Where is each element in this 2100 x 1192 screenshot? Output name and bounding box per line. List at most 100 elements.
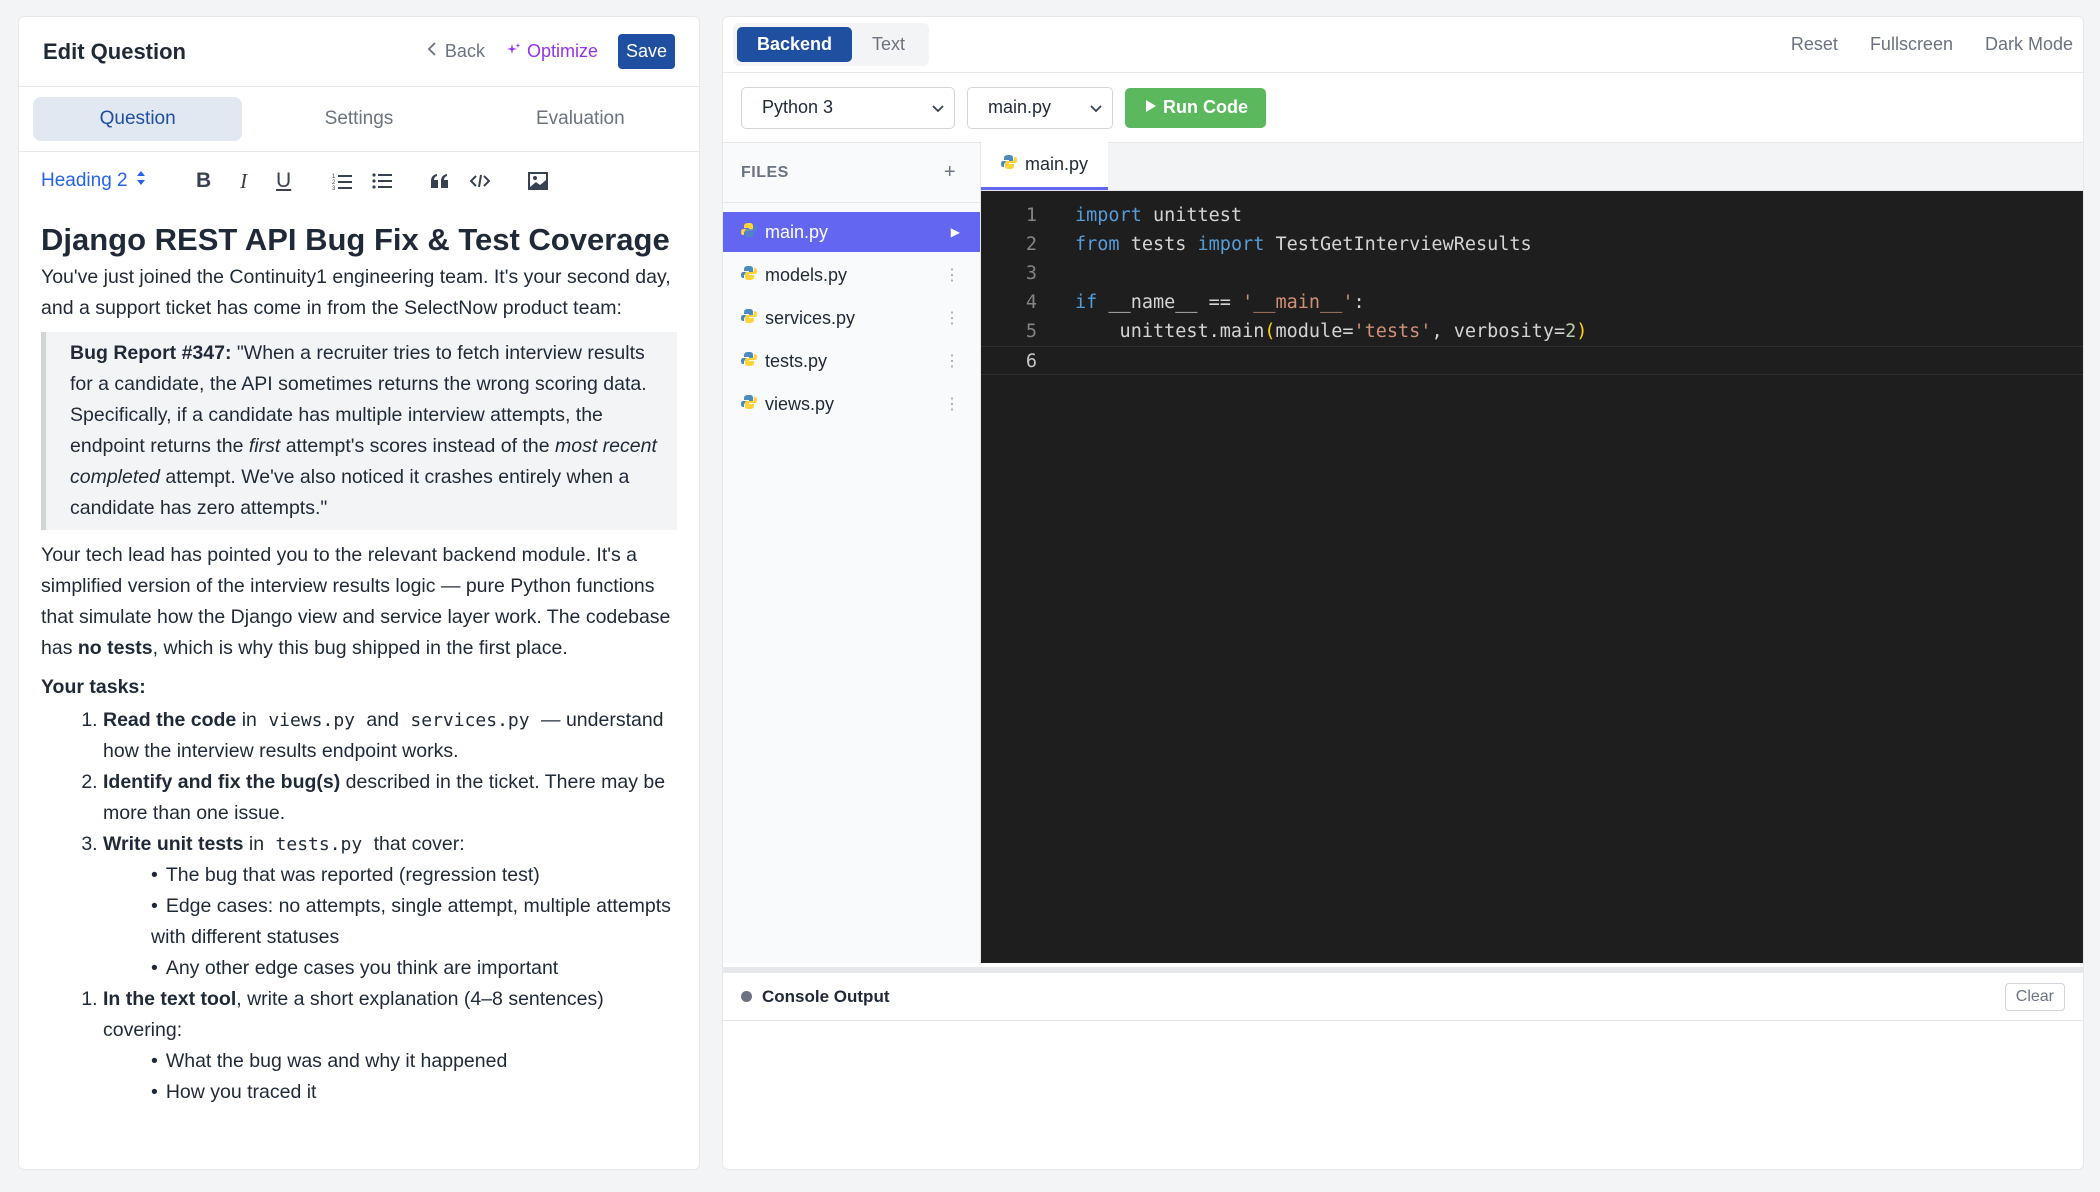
file-item-models[interactable]: models.py ⋮	[723, 255, 980, 295]
code-line: 5 unittest.main(module='tests', verbosit…	[981, 317, 2083, 346]
file-item-services[interactable]: services.py ⋮	[723, 298, 980, 338]
sub-list: The bug that was reported (regression te…	[103, 860, 677, 984]
code-text: unittest.main(module='tests', verbosity=…	[1037, 317, 1588, 346]
clear-console-button[interactable]: Clear	[2004, 982, 2065, 1011]
dark-mode-button[interactable]: Dark Mode	[1985, 34, 2073, 55]
code-token: (	[1264, 321, 1276, 342]
more-vertical-icon[interactable]: ⋮	[944, 394, 960, 414]
bullet-list-icon[interactable]	[364, 163, 400, 199]
code-editor[interactable]: 1 import unittest 2 from tests import Te…	[981, 191, 2083, 963]
list-item: Identify and fix the bug(s) described in…	[103, 767, 677, 829]
editor-tab-main[interactable]: main.py	[981, 142, 1109, 190]
more-vertical-icon[interactable]: ⋮	[944, 265, 960, 285]
list-item: Edge cases: no attempts, single attempt,…	[151, 891, 677, 953]
tab-question[interactable]: Question	[33, 97, 243, 141]
file-name: views.py	[765, 393, 835, 414]
code-token: if	[1075, 292, 1098, 313]
console-header: Console Output Clear	[723, 973, 2083, 1021]
python-file-icon	[1001, 154, 1017, 175]
file-select[interactable]: main.py	[967, 86, 1113, 129]
task-text: that cover:	[368, 833, 465, 855]
code-line: 1 import unittest	[981, 201, 2083, 230]
tab-settings[interactable]: Settings	[254, 97, 463, 141]
chevron-left-icon	[427, 41, 439, 62]
code-token: '__main__'	[1242, 292, 1354, 313]
italic-icon[interactable]: I	[226, 163, 262, 199]
sub-list: What the bug was and why it happened How…	[103, 1046, 677, 1108]
play-icon[interactable]: ▶	[951, 225, 960, 239]
mode-text[interactable]: Text	[852, 27, 925, 62]
python-file-icon	[741, 351, 757, 372]
question-tabs: Question Settings Evaluation	[19, 87, 699, 152]
list-item: In the text tool, write a short explanat…	[103, 984, 677, 1108]
bug-emphasis: first	[248, 435, 281, 457]
bold-icon[interactable]: B	[186, 163, 222, 199]
task-bold: Write unit tests	[103, 833, 244, 855]
task-text: and	[361, 709, 405, 731]
fullscreen-button[interactable]: Fullscreen	[1870, 34, 1953, 55]
code-token: from	[1075, 234, 1120, 255]
code-token: , verbosity=	[1431, 321, 1566, 342]
language-select[interactable]: Python 3	[741, 86, 955, 129]
code-workspace-panel: Backend Text Reset Fullscreen Dark Mode …	[722, 16, 2084, 1170]
code-token: tests	[1119, 234, 1198, 255]
line-number: 2	[1025, 234, 1037, 255]
mode-backend[interactable]: Backend	[737, 27, 853, 62]
code-token: TestGetInterviewResults	[1264, 234, 1532, 255]
sort-arrows-icon	[136, 170, 146, 192]
tasks-heading: Your tasks:	[41, 676, 146, 698]
code-editor-area: main.py 1 import unittest 2 from tests i…	[981, 142, 2083, 963]
file-name: services.py	[765, 307, 856, 328]
image-icon[interactable]	[520, 163, 556, 199]
run-code-button[interactable]: Run Code	[1125, 87, 1266, 128]
blockquote-icon[interactable]	[422, 163, 458, 199]
more-vertical-icon[interactable]: ⋮	[944, 308, 960, 328]
editor-tabs: main.py	[981, 142, 2083, 191]
context-text: , which is why this bug shipped in the f…	[152, 637, 568, 659]
code-token: unittest	[1141, 205, 1243, 226]
file-value: main.py	[988, 97, 1052, 117]
python-file-icon	[741, 222, 757, 243]
save-button[interactable]: Save	[617, 34, 675, 69]
editor-workspace: FILES + main.py ▶ models.py ⋮ services.p…	[723, 142, 2083, 963]
play-icon	[1145, 97, 1157, 118]
code-token: import	[1197, 234, 1265, 255]
file-item-views[interactable]: views.py ⋮	[723, 384, 980, 424]
reset-button[interactable]: Reset	[1791, 34, 1838, 55]
line-number: 3	[1025, 263, 1037, 284]
run-label: Run Code	[1163, 97, 1248, 117]
editor-tab-label: main.py	[1025, 154, 1089, 174]
file-explorer-header: FILES +	[723, 143, 980, 203]
ordered-list-icon[interactable]: 123	[324, 163, 360, 199]
code-token: import	[1075, 205, 1142, 226]
back-button[interactable]: Back	[427, 41, 485, 62]
task-text: in	[243, 833, 270, 855]
line-number: 5	[1025, 321, 1037, 342]
file-item-main[interactable]: main.py ▶	[723, 212, 980, 252]
line-number: 4	[1025, 292, 1037, 313]
list-item: Write unit tests in tests.py that cover:…	[103, 829, 677, 984]
heading-level-select[interactable]: Heading 2	[41, 170, 146, 192]
bug-text: attempt's scores instead of the	[280, 435, 555, 457]
inline-code: tests.py	[275, 834, 363, 855]
line-number: 1	[1025, 205, 1037, 226]
file-item-tests[interactable]: tests.py ⋮	[723, 341, 980, 381]
svg-text:3: 3	[332, 186, 336, 190]
list-item: Any other edge cases you think are impor…	[151, 953, 677, 984]
code-icon[interactable]	[462, 163, 498, 199]
code-token: :	[1353, 292, 1365, 313]
code-text: from tests import TestGetInterviewResult…	[1037, 230, 1532, 259]
underline-icon[interactable]: U	[266, 163, 302, 199]
more-vertical-icon[interactable]: ⋮	[944, 351, 960, 371]
optimize-button[interactable]: Optimize	[506, 41, 598, 62]
add-file-icon[interactable]: +	[944, 161, 956, 184]
list-item: Read the code in views.py and services.p…	[103, 705, 677, 767]
code-line: 3	[981, 259, 2083, 288]
python-file-icon	[741, 308, 757, 329]
rich-text-editor[interactable]: Django REST API Bug Fix & Test Coverage …	[19, 210, 699, 1108]
context-paragraph: Your tech lead has pointed you to the re…	[41, 540, 677, 664]
intro-paragraph: You've just joined the Continuity1 engin…	[41, 266, 671, 319]
tab-evaluation[interactable]: Evaluation	[476, 97, 685, 141]
formatting-toolbar: Heading 2 B I U 123	[19, 152, 699, 210]
